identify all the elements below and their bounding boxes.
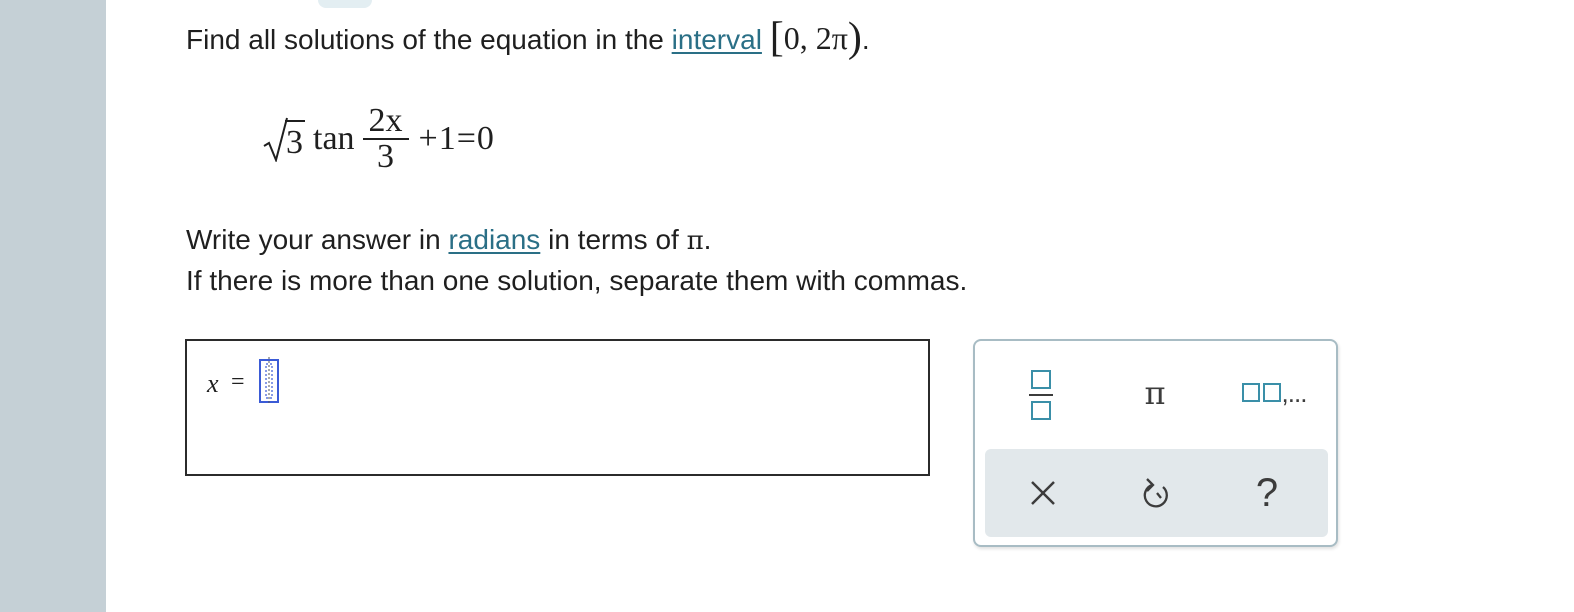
math-toolpad: π ,... ? [973, 339, 1338, 547]
prompt-text: Find all solutions of the equation in th… [186, 24, 672, 55]
radicand: 3 [285, 120, 305, 162]
interval-open: [ [769, 15, 784, 61]
top-tab[interactable] [318, 0, 372, 8]
instruction-line-2: If there is more than one solution, sepa… [186, 265, 968, 296]
interval-link[interactable]: interval [672, 24, 762, 55]
instruction-text: Write your answer in [186, 224, 449, 255]
answer-box[interactable]: x = [185, 339, 930, 476]
question-prompt: Find all solutions of the equation in th… [186, 15, 870, 61]
left-rail [0, 0, 106, 612]
toolpad-action-row: ? [985, 449, 1328, 537]
square-root: 3 [262, 116, 305, 162]
answer-variable: x [207, 369, 219, 398]
close-icon [1031, 481, 1055, 505]
undo-button[interactable] [1135, 471, 1179, 515]
fraction-icon [1029, 370, 1053, 420]
fraction-button[interactable] [1021, 363, 1061, 423]
fraction: 2x 3 [362, 102, 409, 175]
help-button[interactable]: ? [1245, 469, 1289, 517]
fraction-numerator: 2x [368, 102, 403, 139]
list-button[interactable]: ,... [1237, 371, 1311, 415]
instruction-period: . [703, 224, 712, 255]
pi-symbol: π [686, 226, 704, 256]
clear-button[interactable] [1021, 471, 1065, 515]
answer-equals: = [231, 369, 245, 395]
instructions: Write your answer in radians in terms of… [186, 220, 967, 301]
pi-icon: π [1144, 374, 1166, 412]
undo-icon [1143, 478, 1168, 508]
instruction-line-1: Write your answer in radians in terms of… [186, 220, 967, 261]
answer-input-slot[interactable] [258, 356, 280, 406]
equation-rest: +1=0 [418, 120, 495, 157]
equation: 3 tan 2x 3 +1=0 [262, 94, 495, 184]
list-icon [1241, 383, 1281, 402]
fraction-denominator: 3 [377, 138, 395, 175]
list-label: ,... [1281, 377, 1308, 408]
pi-button[interactable]: π [1133, 369, 1177, 417]
instruction-text-2: in terms of [540, 224, 687, 255]
prompt-period: . [861, 24, 870, 55]
tan-function: tan [313, 120, 355, 157]
interval-values: 0, 2π [783, 20, 848, 56]
interval-close: ) [847, 15, 862, 61]
radians-link[interactable]: radians [448, 224, 540, 255]
help-icon: ? [1255, 470, 1279, 515]
